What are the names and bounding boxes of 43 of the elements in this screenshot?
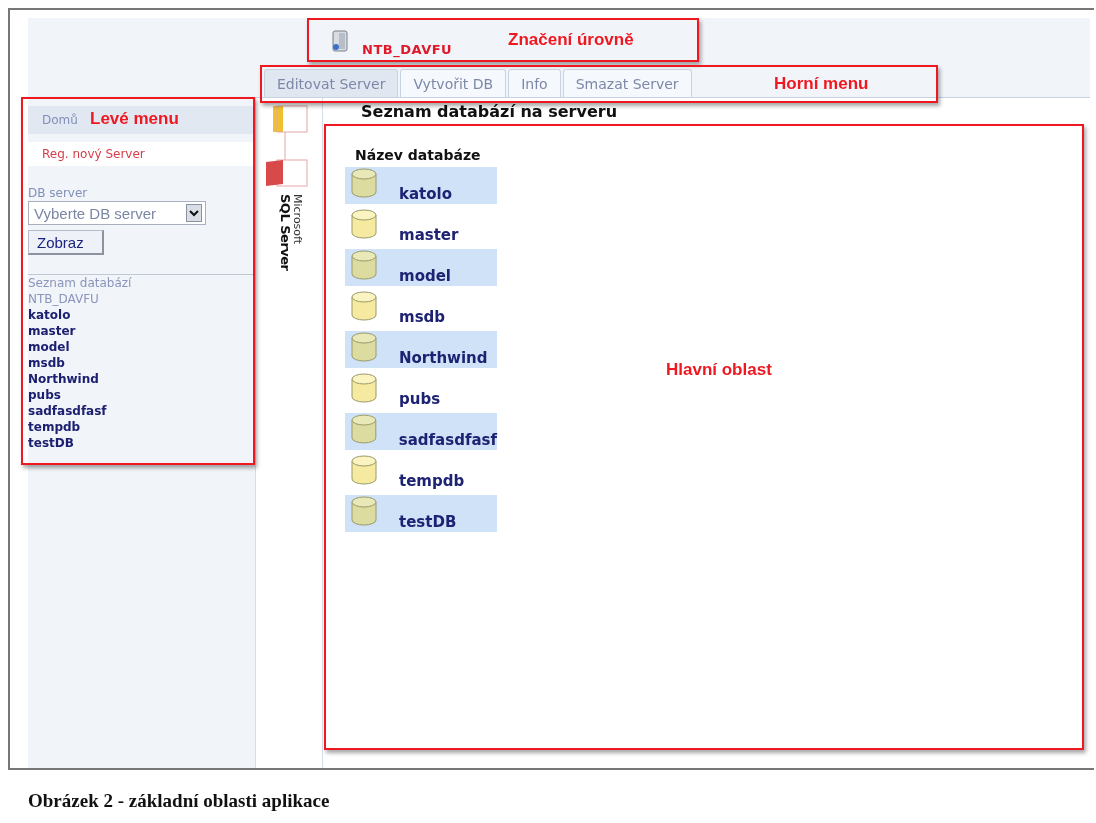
database-row[interactable]: master <box>345 208 497 245</box>
column-header: Název databáze <box>355 147 482 163</box>
database-icon <box>351 496 377 526</box>
server-label: NTB_DAVFU <box>28 291 100 307</box>
database-row[interactable]: sadfasdfasf <box>345 413 497 450</box>
database-icon <box>351 168 377 198</box>
database-link[interactable]: msdb <box>28 355 255 371</box>
database-icon <box>351 332 377 362</box>
logo-text: Microsoft <box>292 194 303 247</box>
database-icon <box>351 373 377 403</box>
database-link[interactable]: model <box>28 339 255 355</box>
page-heading: Seznam databází na serveru <box>361 102 618 121</box>
database-icon <box>351 209 377 239</box>
list-title: Seznam databází <box>28 275 133 291</box>
annotation-label: Horní menu <box>774 74 869 94</box>
show-button[interactable]: Zobraz <box>28 230 104 255</box>
database-link[interactable]: sadfasdfasf <box>28 403 255 419</box>
field-label: DB server <box>28 186 89 200</box>
figure-caption: Obrázek 2 - základní oblasti aplikace <box>28 790 330 812</box>
annotation-label: Značení úrovně <box>508 30 634 50</box>
database-link[interactable]: pubs <box>28 387 255 403</box>
database-link[interactable]: katolo <box>28 307 255 323</box>
menu-link[interactable]: Reg. nový Server <box>42 142 145 166</box>
database-link[interactable]: testDB <box>28 435 255 451</box>
database-row[interactable]: pubs <box>345 372 497 409</box>
database-row[interactable]: tempdb <box>345 454 497 491</box>
database-row[interactable]: msdb <box>345 290 497 327</box>
database-icon <box>351 414 377 444</box>
database-icon <box>351 250 377 280</box>
server-select[interactable]: Vyberte DB server <box>28 201 206 225</box>
database-link[interactable]: master <box>28 323 255 339</box>
database-row[interactable]: testDB <box>345 495 497 532</box>
database-row[interactable]: katolo <box>345 167 497 204</box>
annotation-label: Levé menu <box>90 109 179 129</box>
database-link[interactable]: Northwind <box>28 371 255 387</box>
database-icon <box>351 291 377 321</box>
database-row[interactable]: Northwind <box>345 331 497 368</box>
database-link[interactable]: tempdb <box>28 419 255 435</box>
logo-text: SQL Server <box>278 194 292 273</box>
server-name: NTB_DAVFU <box>362 42 453 58</box>
database-icon <box>351 455 377 485</box>
annotation-label: Hlavní oblast <box>666 360 772 380</box>
database-row[interactable]: model <box>345 249 497 286</box>
